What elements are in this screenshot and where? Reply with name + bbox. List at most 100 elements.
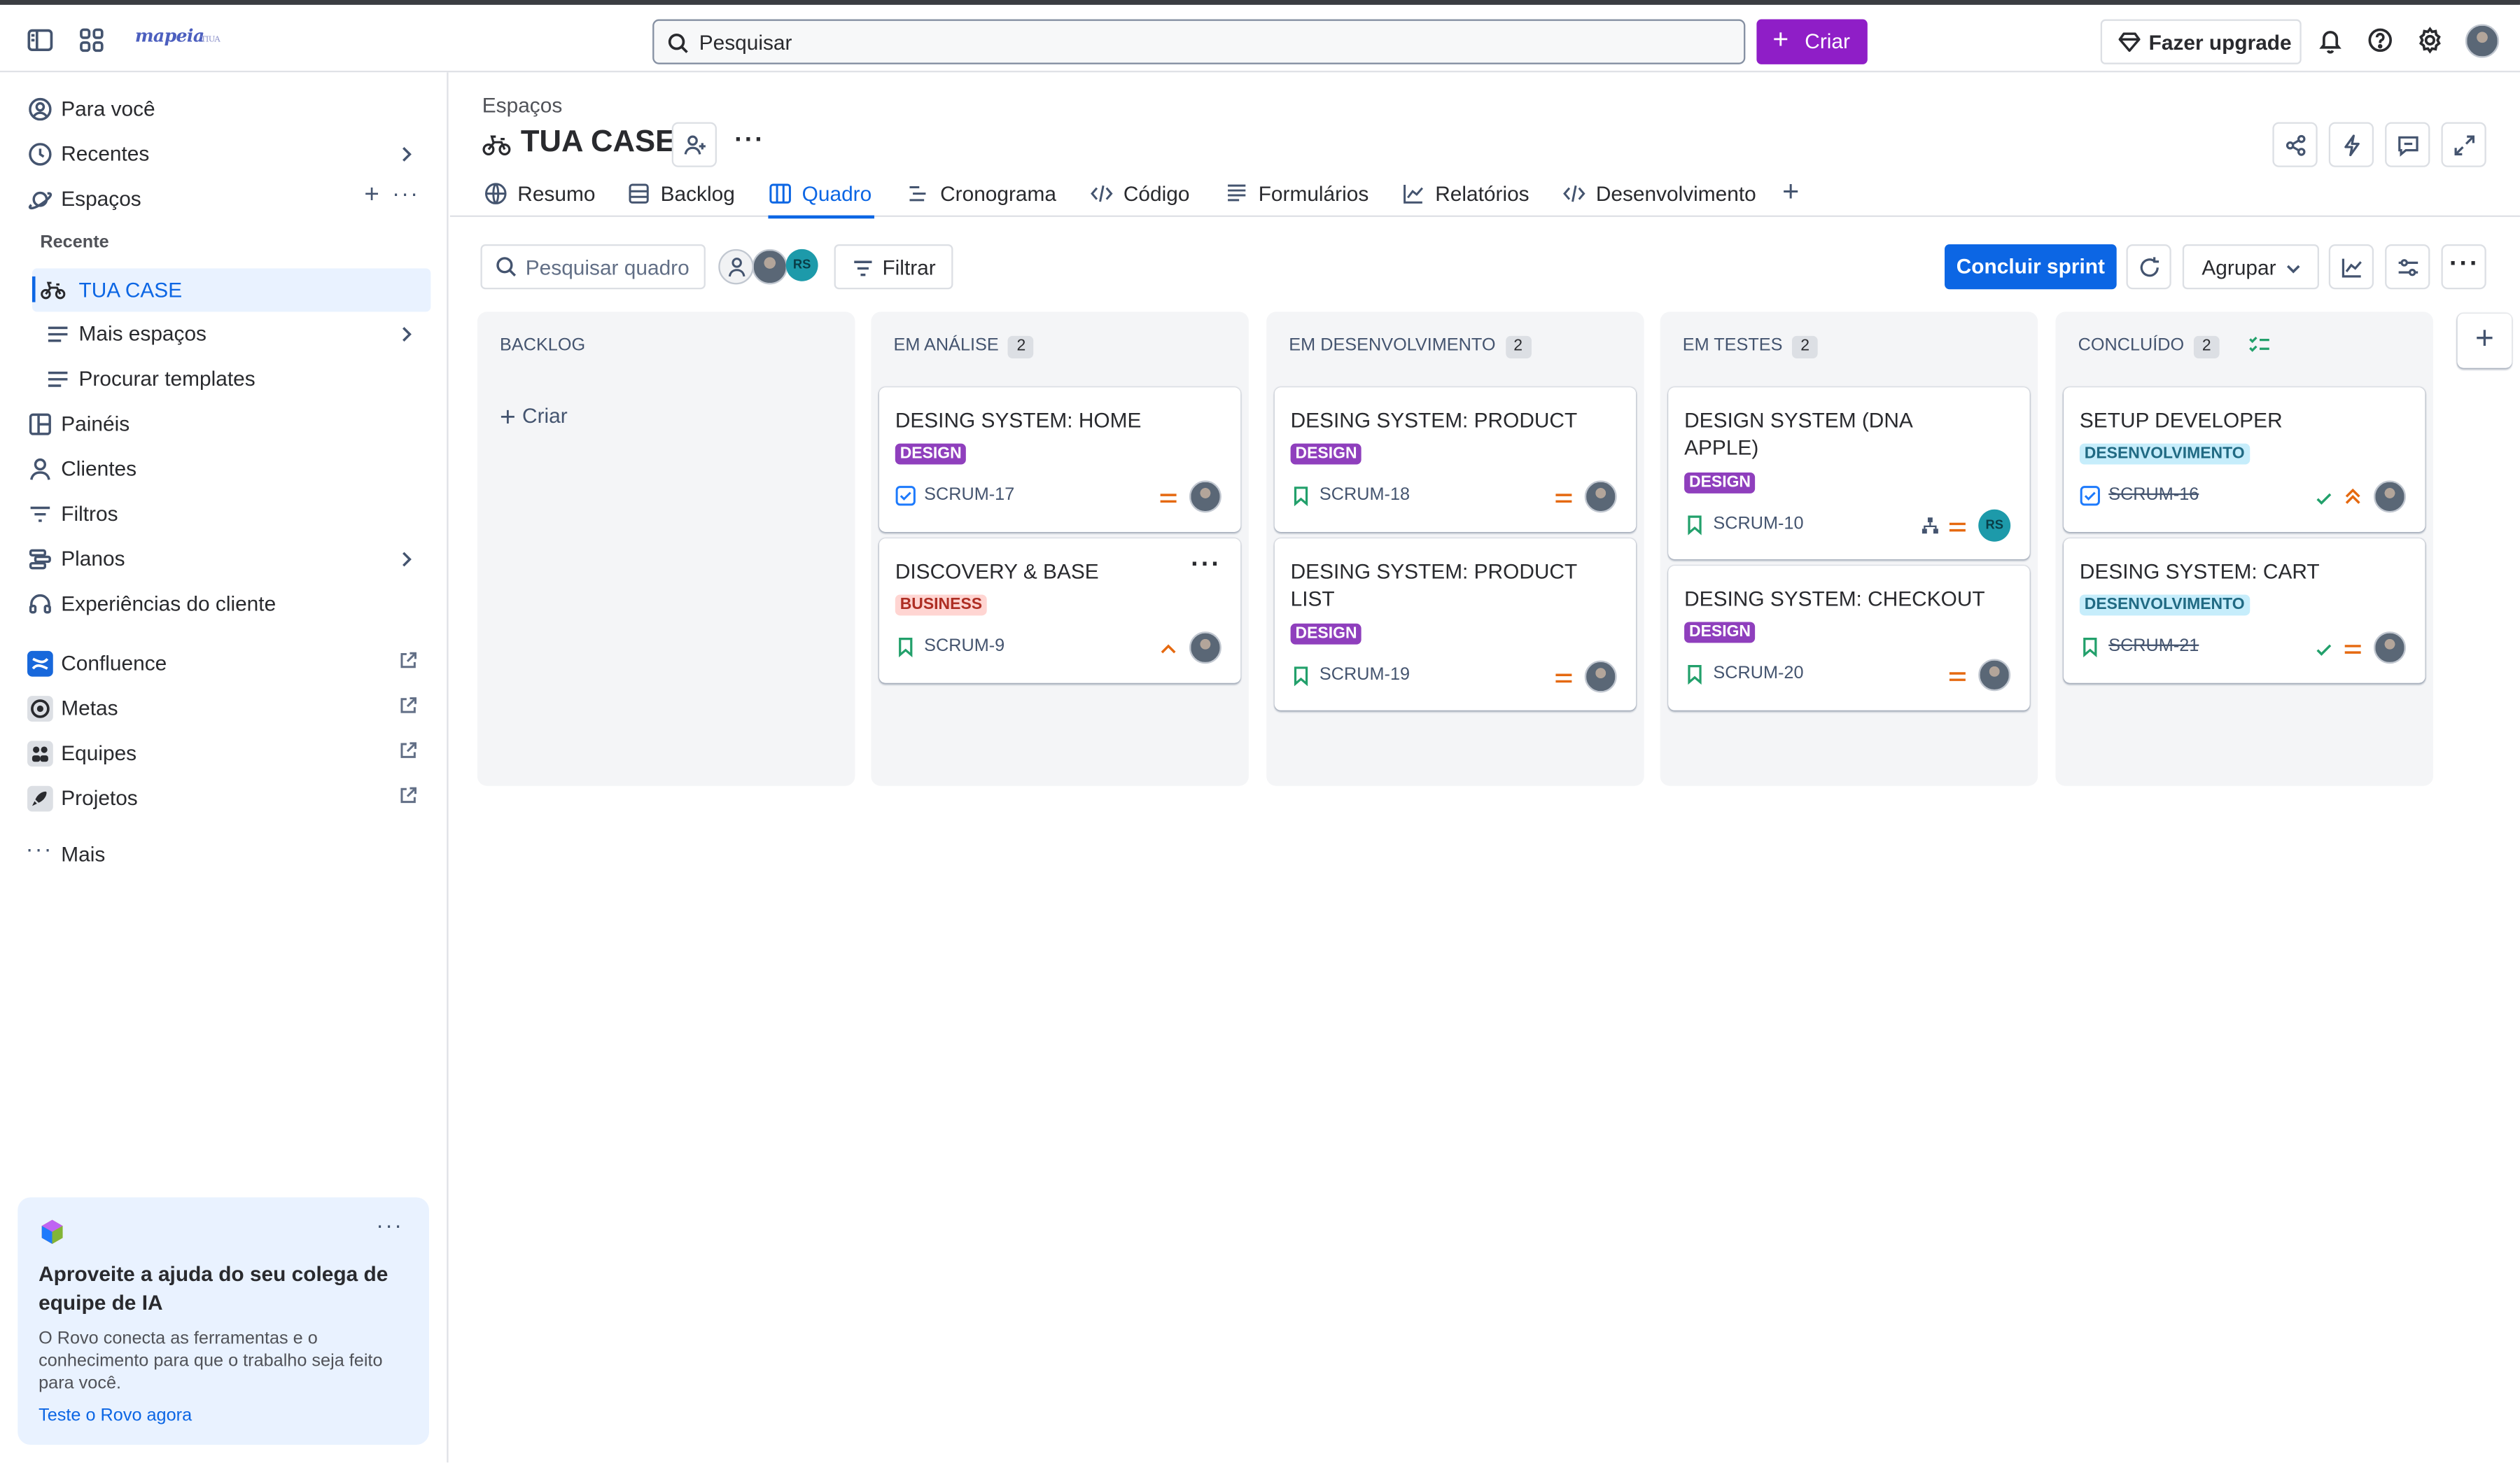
- assignee-avatar-rs[interactable]: RS: [1978, 509, 2011, 542]
- tab-reports[interactable]: Relatórios: [1401, 178, 1530, 217]
- sidebar-item-tua-case[interactable]: TUA CASE: [31, 268, 431, 312]
- sidebar-item-plans[interactable]: Planos: [13, 538, 434, 580]
- spaces-more-icon[interactable]: ···: [392, 180, 419, 206]
- issue-key[interactable]: SCRUM-17: [924, 485, 1014, 505]
- upgrade-button[interactable]: Fazer upgrade: [2100, 19, 2302, 64]
- issue-card[interactable]: DESING SYSTEM: CART DESENVOLVIMENTO SCRU…: [2063, 538, 2426, 683]
- tab-code[interactable]: Código: [1090, 178, 1193, 217]
- fullscreen-button[interactable]: [2441, 122, 2486, 167]
- sidebar-app-goals[interactable]: Metas: [13, 688, 434, 730]
- assignee-avatar[interactable]: [1189, 631, 1222, 664]
- add-tab-plus-icon[interactable]: +: [1782, 175, 1799, 209]
- feedback-button[interactable]: [2385, 122, 2430, 167]
- issue-key[interactable]: SCRUM-19: [1320, 666, 1410, 685]
- issue-key[interactable]: SCRUM-10: [1713, 514, 1803, 534]
- rovo-more-icon[interactable]: ···: [376, 1212, 403, 1238]
- sidebar-app-projects[interactable]: Projetos: [13, 778, 434, 820]
- rovo-try-link[interactable]: Teste o Rovo agora: [38, 1406, 192, 1426]
- app-switcher-icon[interactable]: [77, 26, 106, 55]
- sidebar-item-customers[interactable]: Clientes: [13, 449, 434, 491]
- user-avatar[interactable]: [2465, 24, 2500, 58]
- sidebar-item-recent[interactable]: Recentes: [13, 134, 434, 176]
- sidebar-item-label: Confluence: [61, 650, 167, 676]
- issue-key[interactable]: SCRUM-9: [924, 636, 1004, 656]
- tab-timeline[interactable]: Cronograma: [906, 178, 1058, 217]
- issue-key[interactable]: SCRUM-21: [2108, 636, 2199, 656]
- sidebar-item-customer-experiences[interactable]: Experiências do cliente: [13, 583, 434, 625]
- sidebar-item-label: Procurar templates: [78, 366, 255, 391]
- group-by-label: Agrupar: [2202, 255, 2276, 280]
- tab-forms[interactable]: Formulários: [1224, 178, 1369, 217]
- sidebar-item-spaces[interactable]: Espaços + ···: [13, 178, 434, 220]
- share-button[interactable]: [2272, 122, 2318, 167]
- assignee-avatar[interactable]: [1584, 480, 1617, 513]
- sidebar-item-more[interactable]: ··· Mais: [13, 834, 434, 876]
- help-icon[interactable]: [2366, 26, 2395, 55]
- assignee-avatar[interactable]: [1978, 659, 2011, 692]
- breadcrumb[interactable]: Espaços: [482, 93, 563, 117]
- sidebar-item-browse-templates[interactable]: Procurar templates: [13, 358, 434, 400]
- assignee-avatar[interactable]: [2374, 480, 2406, 513]
- user-avatar-filter[interactable]: [752, 248, 788, 285]
- projects-icon: [27, 785, 53, 812]
- tab-backlog[interactable]: Backlog: [626, 178, 739, 217]
- group-by-dropdown[interactable]: Agrupar: [2182, 244, 2319, 290]
- add-column-button[interactable]: +: [2457, 313, 2512, 368]
- company-logo[interactable]: mapeiaTIUA: [135, 26, 220, 47]
- insights-button[interactable]: [2328, 244, 2374, 290]
- issue-card[interactable]: DESING SYSTEM: HOME DESIGN SCRUM-17: [878, 387, 1241, 532]
- sidebar-app-confluence[interactable]: Confluence: [13, 643, 434, 685]
- priority-medium-icon: [1949, 672, 1966, 681]
- add-space-plus-icon[interactable]: +: [364, 181, 379, 210]
- filter-button[interactable]: Filtrar: [834, 244, 953, 290]
- issue-key[interactable]: SCRUM-20: [1713, 664, 1803, 683]
- dashboard-icon: [29, 413, 51, 435]
- issue-card[interactable]: SETUP DEVELOPER DESENVOLVIMENTO SCRUM-16: [2063, 387, 2426, 532]
- create-issue-button[interactable]: + Criar: [500, 402, 568, 434]
- story-bookmark-icon: [2083, 638, 2097, 658]
- issue-key[interactable]: SCRUM-16: [2108, 485, 2199, 505]
- done-check-icon: [2316, 644, 2332, 656]
- issue-card[interactable]: DESING SYSTEM: CHECKOUT DESIGN SCRUM-20: [1668, 566, 2030, 710]
- sidebar-item-more-spaces[interactable]: Mais espaços: [13, 314, 434, 356]
- board-search-placeholder: Pesquisar quadro: [525, 255, 690, 280]
- avatar-initials: RS: [792, 257, 811, 272]
- priority-medium-icon: [1555, 673, 1572, 683]
- lines-icon: [48, 326, 68, 342]
- issue-key[interactable]: SCRUM-18: [1320, 485, 1410, 505]
- sprint-retro-button[interactable]: [2126, 244, 2171, 290]
- issue-card[interactable]: DESIGN SYSTEM (DNA APPLE) DESIGN SCRUM-1…: [1668, 387, 2030, 559]
- tab-summary[interactable]: Resumo: [484, 178, 599, 217]
- forms-icon: [1228, 184, 1246, 202]
- issue-card[interactable]: DISCOVERY & BASE ··· BUSINESS SCRUM-9: [878, 538, 1241, 683]
- settings-gear-icon[interactable]: [2416, 26, 2444, 55]
- board-more-button[interactable]: ···: [2441, 244, 2486, 290]
- global-search-input[interactable]: Pesquisar: [652, 19, 1746, 64]
- create-button[interactable]: + Criar: [1756, 19, 1868, 64]
- sidebar-item-dashboards[interactable]: Painéis: [13, 403, 434, 445]
- sidebar-item-for-you[interactable]: Para você: [13, 88, 434, 130]
- card-more-icon[interactable]: ···: [1191, 551, 1222, 580]
- assignee-avatar[interactable]: [1189, 480, 1222, 513]
- board-search-input[interactable]: Pesquisar quadro: [480, 244, 706, 290]
- project-more-icon[interactable]: ···: [734, 127, 765, 155]
- sliders-icon: [2398, 259, 2418, 276]
- add-people-button[interactable]: [671, 122, 717, 167]
- notifications-bell-icon[interactable]: [2316, 26, 2344, 55]
- sidebar-toggle-icon[interactable]: [26, 26, 55, 55]
- assignee-avatar[interactable]: [2374, 631, 2406, 664]
- unassigned-avatar-filter[interactable]: [718, 248, 754, 285]
- issue-card[interactable]: DESING SYSTEM: PRODUCT DESIGN SCRUM-18: [1274, 387, 1637, 532]
- tab-development[interactable]: Desenvolvimento: [1562, 178, 1758, 217]
- automation-button[interactable]: [2328, 122, 2374, 167]
- tab-board[interactable]: Quadro: [768, 178, 874, 219]
- task-checkbox-icon: [895, 486, 916, 506]
- issue-card[interactable]: DESING SYSTEM: PRODUCT LIST DESIGN SCRUM…: [1274, 538, 1637, 710]
- tab-label: Formulários: [1258, 181, 1369, 206]
- assignee-avatar[interactable]: [1584, 660, 1617, 693]
- sidebar-app-teams[interactable]: Equipes: [13, 733, 434, 775]
- rs-avatar-filter[interactable]: RS: [785, 248, 818, 281]
- view-settings-button[interactable]: [2385, 244, 2430, 290]
- complete-sprint-button[interactable]: Concluir sprint: [1945, 244, 2117, 290]
- sidebar-item-filters[interactable]: Filtros: [13, 493, 434, 536]
